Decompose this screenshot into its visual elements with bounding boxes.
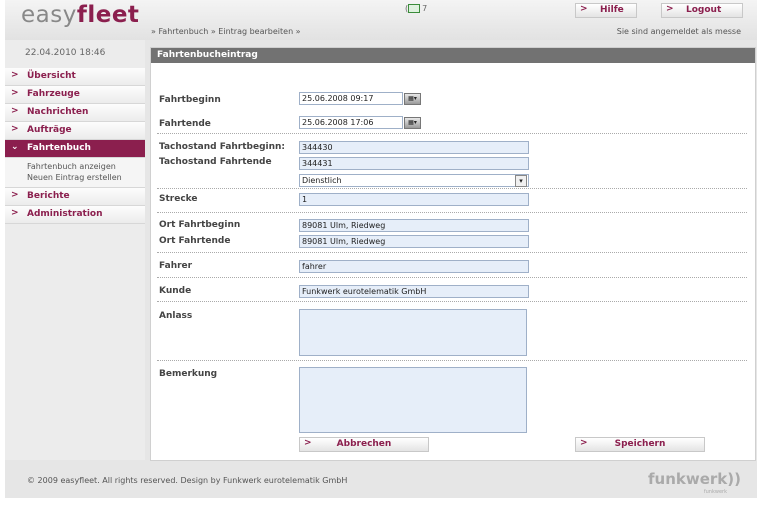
divider (157, 360, 747, 361)
tacho-ende-input[interactable]: 344431 (299, 157, 529, 170)
tacho-beginn-input[interactable]: 344430 (299, 141, 529, 154)
chevron-down-icon: ⌄ (11, 142, 19, 152)
divider (157, 133, 747, 134)
cancel-button[interactable]: > Abbrechen (299, 437, 429, 452)
kunde-input[interactable]: Funkwerk eurotelematik GmbH (299, 285, 529, 298)
chevron-down-icon[interactable]: ▾ (515, 175, 527, 187)
envelope-icon (408, 4, 421, 13)
help-button[interactable]: > Hilfe (575, 3, 637, 18)
chevron-right-icon: > (11, 106, 19, 116)
calendar-icon[interactable]: ▦▾ (404, 117, 421, 129)
tacho-ende-label: Tachostand Fahrtende (159, 157, 272, 167)
divider (157, 301, 747, 302)
sidebar-item-fahrtenbuch[interactable]: ⌄ Fahrtenbuch (5, 140, 145, 158)
divider (157, 212, 747, 213)
anlass-textarea[interactable] (299, 309, 527, 356)
sidebar-subitem-neuer-eintrag[interactable]: Neuen Eintrag erstellen (5, 172, 145, 183)
copyright-text: © 2009 easyfleet. All rights reserved. D… (27, 476, 348, 485)
chevron-right-icon: > (11, 208, 19, 218)
ort-beginn-label: Ort Fahrtbeginn (159, 220, 241, 230)
sidebar-item-administration[interactable]: > Administration (5, 206, 145, 224)
fahrtende-label: Fahrtende (159, 119, 211, 129)
logout-button[interactable]: > Logout (661, 3, 743, 18)
bemerkung-textarea[interactable] (299, 367, 527, 433)
header: easyfleet (7 > Hilfe > Logout » Fahrtenbuc… (5, 0, 757, 40)
fahrtbeginn-input[interactable]: 25.06.2008 09:17 (299, 92, 403, 105)
logo[interactable]: easyfleet (21, 2, 139, 28)
login-status: Sie sind angemeldet als messe (616, 27, 741, 36)
footer: © 2009 easyfleet. All rights reserved. D… (5, 466, 757, 498)
messages-count: 7 (422, 4, 428, 13)
fahrer-label: Fahrer (159, 261, 193, 271)
save-button[interactable]: > Speichern (575, 437, 705, 452)
fahrtende-input[interactable]: 25.06.2008 17:06 (299, 116, 403, 129)
sidebar-item-fahrzeuge[interactable]: > Fahrzeuge (5, 86, 145, 104)
form-panel: Fahrtenbucheintrag Fahrtbeginn 25.06.200… (150, 47, 756, 461)
sidebar-item-berichte[interactable]: > Berichte (5, 188, 145, 206)
chevron-right-icon: > (11, 190, 19, 200)
sidebar-nav: > Übersicht > Fahrzeuge > Nachrichten > Auft… (5, 68, 145, 224)
strecke-input[interactable]: 1 (299, 193, 529, 206)
fahrtbeginn-label: Fahrtbeginn (159, 95, 221, 105)
sidebar: 22.04.2010 18:46 > Übersicht > Fahrzeuge >… (5, 40, 145, 460)
sidebar-item-auftraege[interactable]: > Aufträge (5, 122, 145, 140)
anlass-label: Anlass (159, 311, 193, 321)
chevron-right-icon: > (580, 4, 588, 14)
sidebar-item-uebersicht[interactable]: > Übersicht (5, 68, 145, 86)
chevron-right-icon: > (11, 88, 19, 98)
funkwerk-logo: funkwerk)) funkwerk (648, 470, 741, 495)
ort-ende-input[interactable]: 89081 Ulm, Riedweg (299, 235, 529, 248)
calendar-icon[interactable]: ▦▾ (404, 93, 421, 105)
ort-ende-label: Ort Fahrtende (159, 236, 231, 246)
divider (157, 252, 747, 253)
breadcrumb[interactable]: » Fahrtenbuch » Eintrag bearbeiten » (151, 27, 301, 36)
bemerkung-label: Bemerkung (159, 369, 218, 379)
messages-indicator[interactable]: (7 (405, 4, 427, 13)
sidebar-subitems: Fahrtenbuch anzeigen Neuen Eintrag erste… (5, 158, 145, 188)
tacho-beginn-label: Tachostand Fahrtbeginn: (159, 142, 286, 152)
divider (157, 277, 747, 278)
form-title: Fahrtenbucheintrag (151, 48, 755, 63)
app-frame: easyfleet (7 > Hilfe > Logout » Fahrtenbuc… (5, 0, 757, 498)
chevron-right-icon: > (11, 70, 19, 80)
chevron-right-icon: > (11, 124, 19, 134)
chevron-right-icon: > (666, 4, 674, 14)
strecke-label: Strecke (159, 194, 198, 204)
fahrer-input[interactable]: fahrer (299, 260, 529, 273)
ort-beginn-input[interactable]: 89081 Ulm, Riedweg (299, 219, 529, 232)
sidebar-item-nachrichten[interactable]: > Nachrichten (5, 104, 145, 122)
sidebar-subitem-fahrtenbuch-anzeigen[interactable]: Fahrtenbuch anzeigen (5, 161, 145, 172)
fahrtart-select[interactable]: Dienstlich ▾ (299, 174, 529, 187)
kunde-label: Kunde (159, 286, 192, 296)
divider (157, 188, 747, 189)
current-date: 22.04.2010 18:46 (25, 48, 106, 58)
